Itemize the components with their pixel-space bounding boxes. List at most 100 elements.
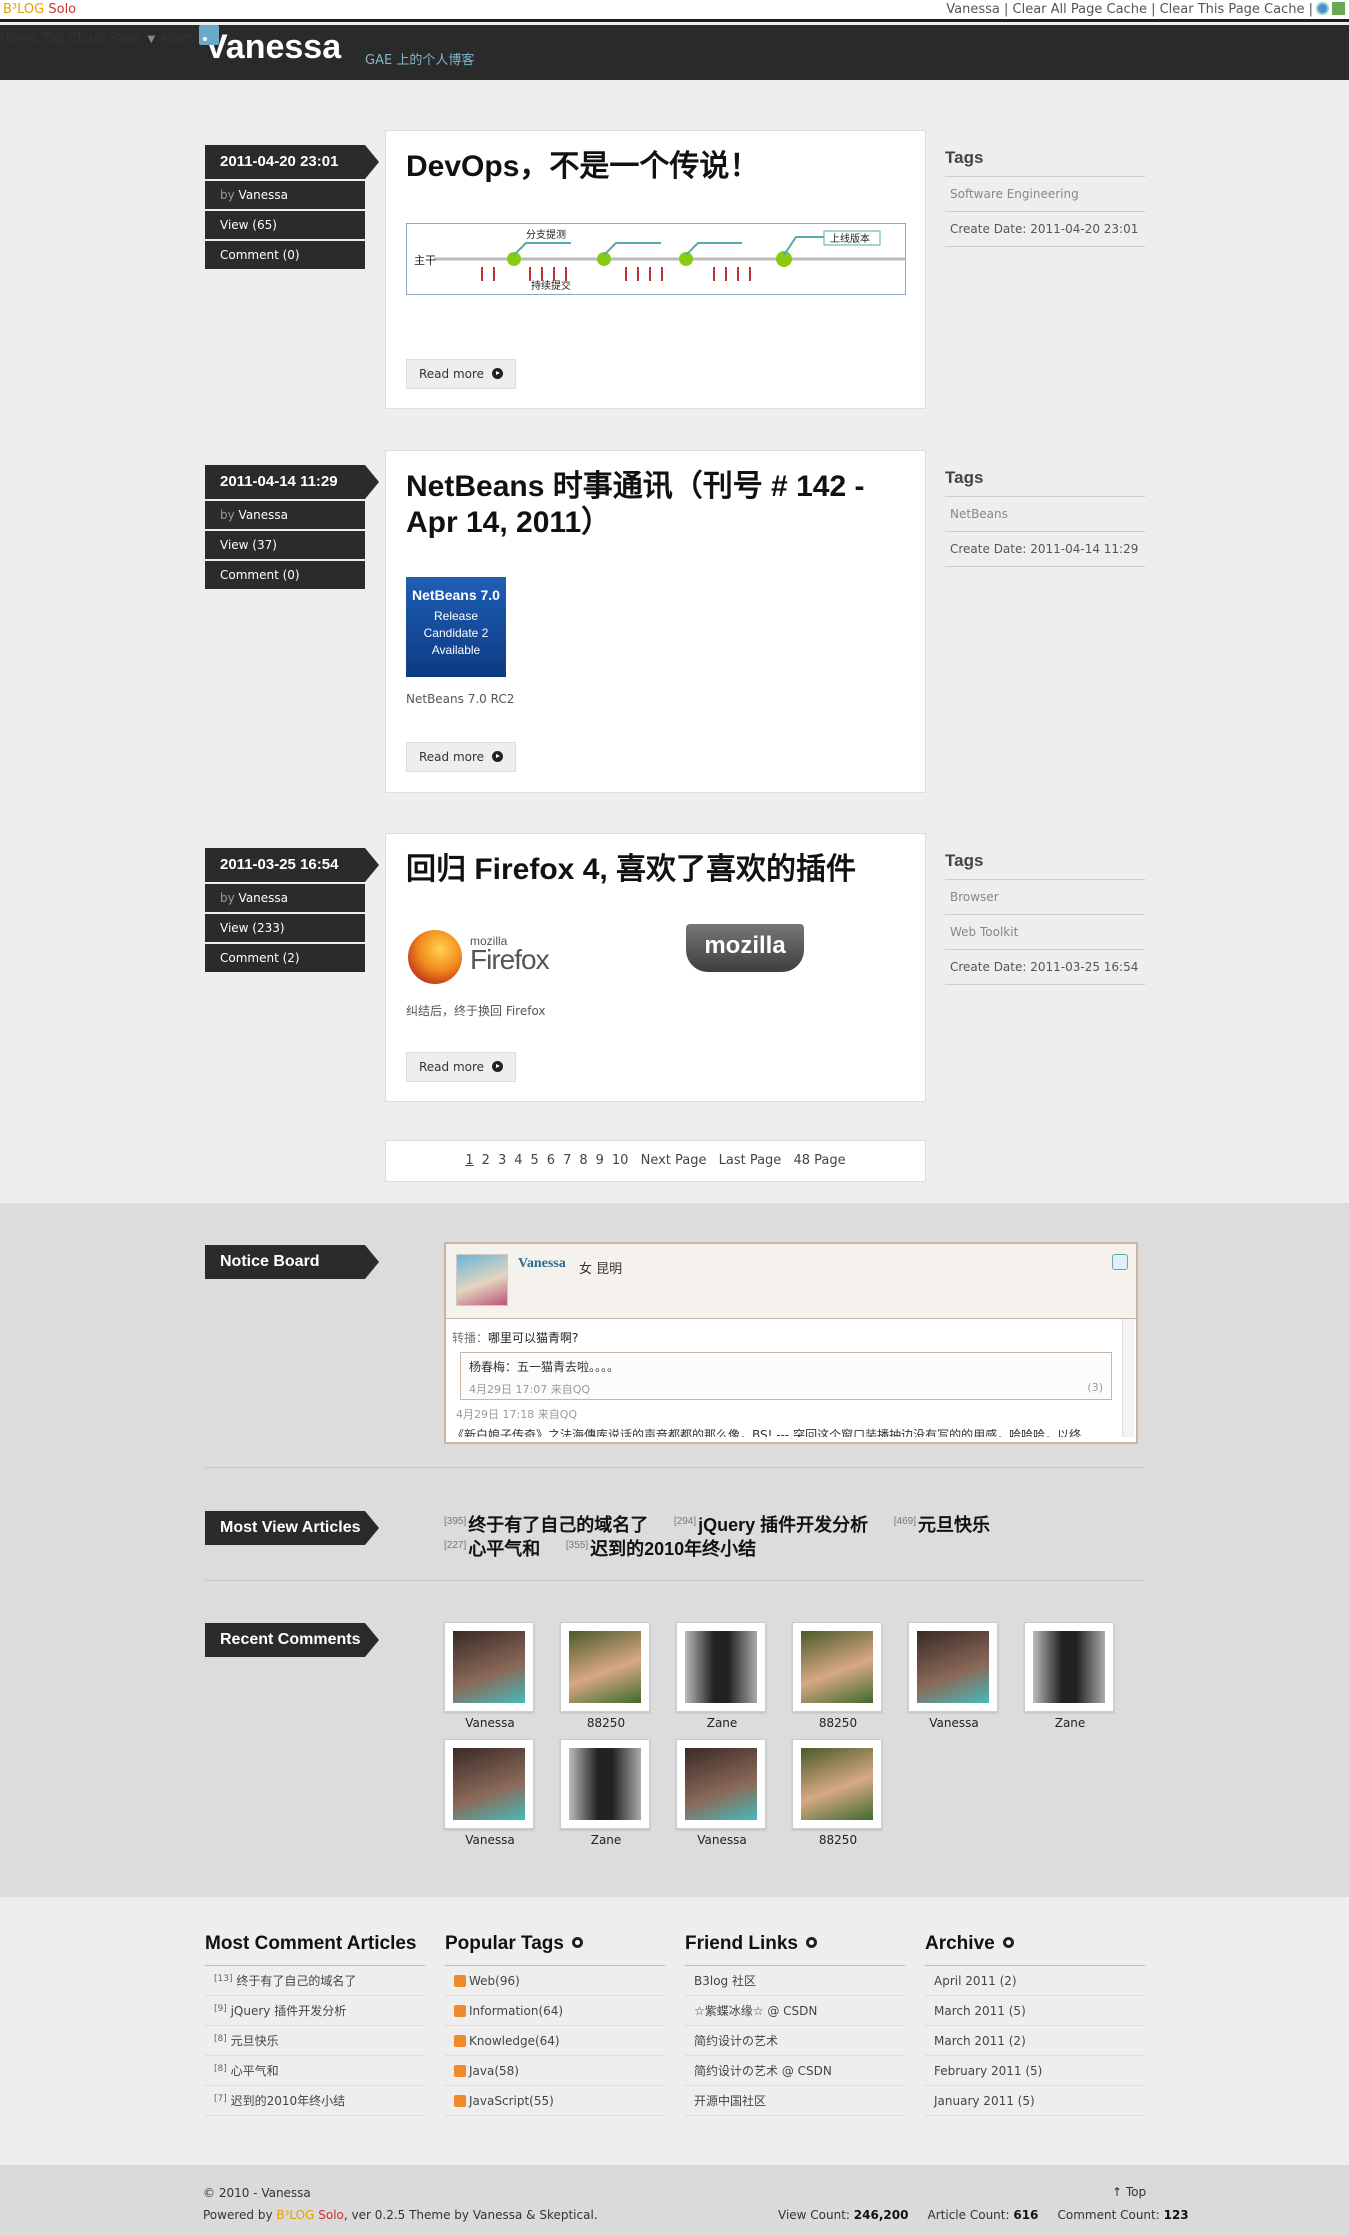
page-link[interactable]: 1 bbox=[465, 1153, 473, 1168]
author-link[interactable]: Vanessa bbox=[239, 188, 288, 202]
theme-author-link[interactable]: Vanessa bbox=[473, 2208, 522, 2222]
post-tags: Tags Software Engineering Create Date: 2… bbox=[945, 148, 1145, 247]
page-link[interactable]: 5 bbox=[531, 1153, 539, 1168]
comment-count[interactable]: (3) bbox=[1087, 1381, 1103, 1394]
page-link[interactable]: 2 bbox=[482, 1153, 490, 1168]
list-item[interactable]: March 2011 (2) bbox=[925, 2026, 1145, 2056]
comment-avatar[interactable]: Vanessa bbox=[444, 1739, 536, 1847]
comment-avatar[interactable]: Zane bbox=[676, 1622, 768, 1730]
admin-icon[interactable] bbox=[1332, 2, 1345, 15]
list-item[interactable]: Knowledge(64) bbox=[445, 2026, 665, 2056]
list-item[interactable]: ☆紫蝶冰缘☆ @ CSDN bbox=[685, 1996, 905, 2026]
comment-avatar[interactable]: Vanessa bbox=[676, 1739, 768, 1847]
list-item[interactable]: Information(64) bbox=[445, 1996, 665, 2026]
site-logo[interactable]: Vanessa bbox=[205, 28, 341, 67]
nav-page[interactable]: Page ▼ bbox=[110, 31, 155, 46]
list-item[interactable]: February 2011 (5) bbox=[925, 2056, 1145, 2086]
comment-avatar[interactable]: 88250 bbox=[560, 1622, 652, 1730]
post-title[interactable]: NetBeans 时事通讯（刊号 # 142 - Apr 14, 2011） bbox=[406, 469, 905, 541]
comment-avatar[interactable]: Zane bbox=[560, 1739, 652, 1847]
page-link[interactable]: 9 bbox=[596, 1153, 604, 1168]
article-link[interactable]: [395] 终于有了自己的域名了 bbox=[444, 1515, 648, 1535]
brand-link[interactable]: B³LOG Solo bbox=[3, 0, 76, 19]
list-item[interactable]: [13] 终于有了自己的域名了 bbox=[205, 1966, 425, 1996]
list-item[interactable]: Java(58) bbox=[445, 2056, 665, 2086]
owner-link[interactable]: Vanessa bbox=[261, 2186, 310, 2200]
archive: Archive April 2011 (2) March 2011 (5) Ma… bbox=[925, 1933, 1145, 2116]
firefox-icon bbox=[408, 930, 462, 984]
list-item[interactable]: [7] 迟到的2010年终小结 bbox=[205, 2086, 425, 2116]
post-date: 2011-03-25 16:54 bbox=[205, 848, 379, 882]
author-link[interactable]: Vanessa bbox=[239, 508, 288, 522]
create-date: Create Date: 2011-04-14 11:29 bbox=[945, 532, 1145, 567]
comment-avatar[interactable]: Zane bbox=[1024, 1622, 1116, 1730]
read-more-button[interactable]: Read more bbox=[406, 1052, 517, 1082]
comment-avatar[interactable]: Vanessa bbox=[444, 1622, 536, 1730]
list-item[interactable]: B3log 社区 bbox=[685, 1966, 905, 1996]
read-more-button[interactable]: Read more bbox=[406, 742, 517, 772]
tag-link[interactable]: Web Toolkit bbox=[945, 915, 1145, 950]
back-to-top-link[interactable]: ↑ Top bbox=[1112, 2185, 1146, 2199]
list-item[interactable]: April 2011 (2) bbox=[925, 1966, 1145, 1996]
author-link[interactable]: Vanessa bbox=[239, 891, 288, 905]
list-item[interactable]: March 2011 (5) bbox=[925, 1996, 1145, 2026]
notice-board: Vanessa 女 昆明 转播：哪里可以猫青啊? 杨春梅：五一猫青去啦。。。。 … bbox=[444, 1242, 1138, 1444]
tag-link[interactable]: Software Engineering bbox=[945, 177, 1145, 212]
nav-atom[interactable]: Atom bbox=[159, 25, 219, 46]
widget-title: Archive bbox=[925, 1933, 1145, 1966]
read-more-button[interactable]: Read more bbox=[406, 359, 517, 389]
page-link[interactable]: 10 bbox=[612, 1153, 629, 1168]
gear-icon[interactable] bbox=[1316, 2, 1329, 15]
list-item[interactable]: January 2011 (5) bbox=[925, 2086, 1145, 2116]
post-comments-link[interactable]: Comment (2) bbox=[205, 944, 365, 972]
comment-avatar[interactable]: 88250 bbox=[792, 1739, 884, 1847]
list-item[interactable]: 简约设计の艺术 bbox=[685, 2026, 905, 2056]
nav-home[interactable]: Home bbox=[0, 31, 38, 46]
list-item[interactable]: 简约设计の艺术 @ CSDN bbox=[685, 2056, 905, 2086]
netbeans-image: NetBeans 7.0 Release Candidate 2 Available bbox=[406, 577, 506, 677]
post-comments-link[interactable]: Comment (0) bbox=[205, 241, 365, 269]
post-title[interactable]: 回归 Firefox 4, 喜欢了喜欢的插件 bbox=[406, 852, 905, 888]
weibo-icon[interactable] bbox=[1112, 1254, 1128, 1270]
clear-page-cache-link[interactable]: Clear This Page Cache bbox=[1160, 2, 1305, 17]
branch-label: 分支提测 bbox=[526, 228, 566, 241]
nav-tag-cloud[interactable]: Tag Cloud bbox=[43, 31, 106, 46]
page-link[interactable]: 3 bbox=[498, 1153, 506, 1168]
post-comments-link[interactable]: Comment (0) bbox=[205, 561, 365, 589]
list-item[interactable]: [9] jQuery 插件开发分析 bbox=[205, 1996, 425, 2026]
post-card: DevOps，不是一个传说！ 主干 分支提测 上线版本 持续提交 Read mo… bbox=[385, 130, 926, 409]
article-link[interactable]: [294] jQuery 插件开发分析 bbox=[674, 1515, 868, 1535]
page-link[interactable]: 7 bbox=[563, 1153, 571, 1168]
notice-next-post: 《新白娘子传奇》之法海傳库说话的声音都都的那么像，BS! --- 突回这个窗口装… bbox=[452, 1428, 1082, 1437]
notice-scrollbar[interactable] bbox=[1122, 1319, 1134, 1437]
comment-avatar[interactable]: Vanessa bbox=[908, 1622, 1000, 1730]
post-card: NetBeans 时事通讯（刊号 # 142 - Apr 14, 2011） N… bbox=[385, 450, 926, 793]
post-title[interactable]: DevOps，不是一个传说！ bbox=[406, 149, 905, 185]
list-item[interactable]: [8] 心平气和 bbox=[205, 2056, 425, 2086]
post-author: by Vanessa bbox=[205, 181, 365, 209]
user-link[interactable]: Vanessa bbox=[946, 2, 1000, 17]
comment-avatar[interactable]: 88250 bbox=[792, 1622, 884, 1730]
page-link[interactable]: 8 bbox=[579, 1153, 587, 1168]
list-item[interactable]: Web(96) bbox=[445, 1966, 665, 1996]
circle-icon bbox=[571, 1937, 583, 1948]
clear-all-cache-link[interactable]: Clear All Page Cache bbox=[1013, 2, 1147, 17]
list-item[interactable]: [8] 元旦快乐 bbox=[205, 2026, 425, 2056]
next-page-link[interactable]: Next Page bbox=[641, 1153, 707, 1168]
tag-link[interactable]: Browser bbox=[945, 880, 1145, 915]
article-link[interactable]: [355] 迟到的2010年终小结 bbox=[566, 1539, 756, 1559]
theme-source-link[interactable]: Skeptical bbox=[539, 2208, 593, 2222]
tag-link[interactable]: NetBeans bbox=[945, 497, 1145, 532]
avatar[interactable] bbox=[456, 1254, 508, 1306]
last-page-link[interactable]: Last Page bbox=[719, 1153, 782, 1168]
notice-user-name[interactable]: Vanessa bbox=[518, 1256, 566, 1272]
page-link[interactable]: 4 bbox=[514, 1153, 522, 1168]
page-link[interactable]: 6 bbox=[547, 1153, 555, 1168]
article-link[interactable]: [469] 元旦快乐 bbox=[894, 1515, 990, 1535]
b3log-link[interactable]: B³LOG Solo bbox=[276, 2208, 344, 2222]
post-date: 2011-04-14 11:29 bbox=[205, 465, 379, 499]
list-item[interactable]: 开源中国社区 bbox=[685, 2086, 905, 2116]
article-link[interactable]: [227] 心平气和 bbox=[444, 1539, 540, 1559]
tags-heading: Tags bbox=[945, 468, 1145, 497]
list-item[interactable]: JavaScript(55) bbox=[445, 2086, 665, 2116]
